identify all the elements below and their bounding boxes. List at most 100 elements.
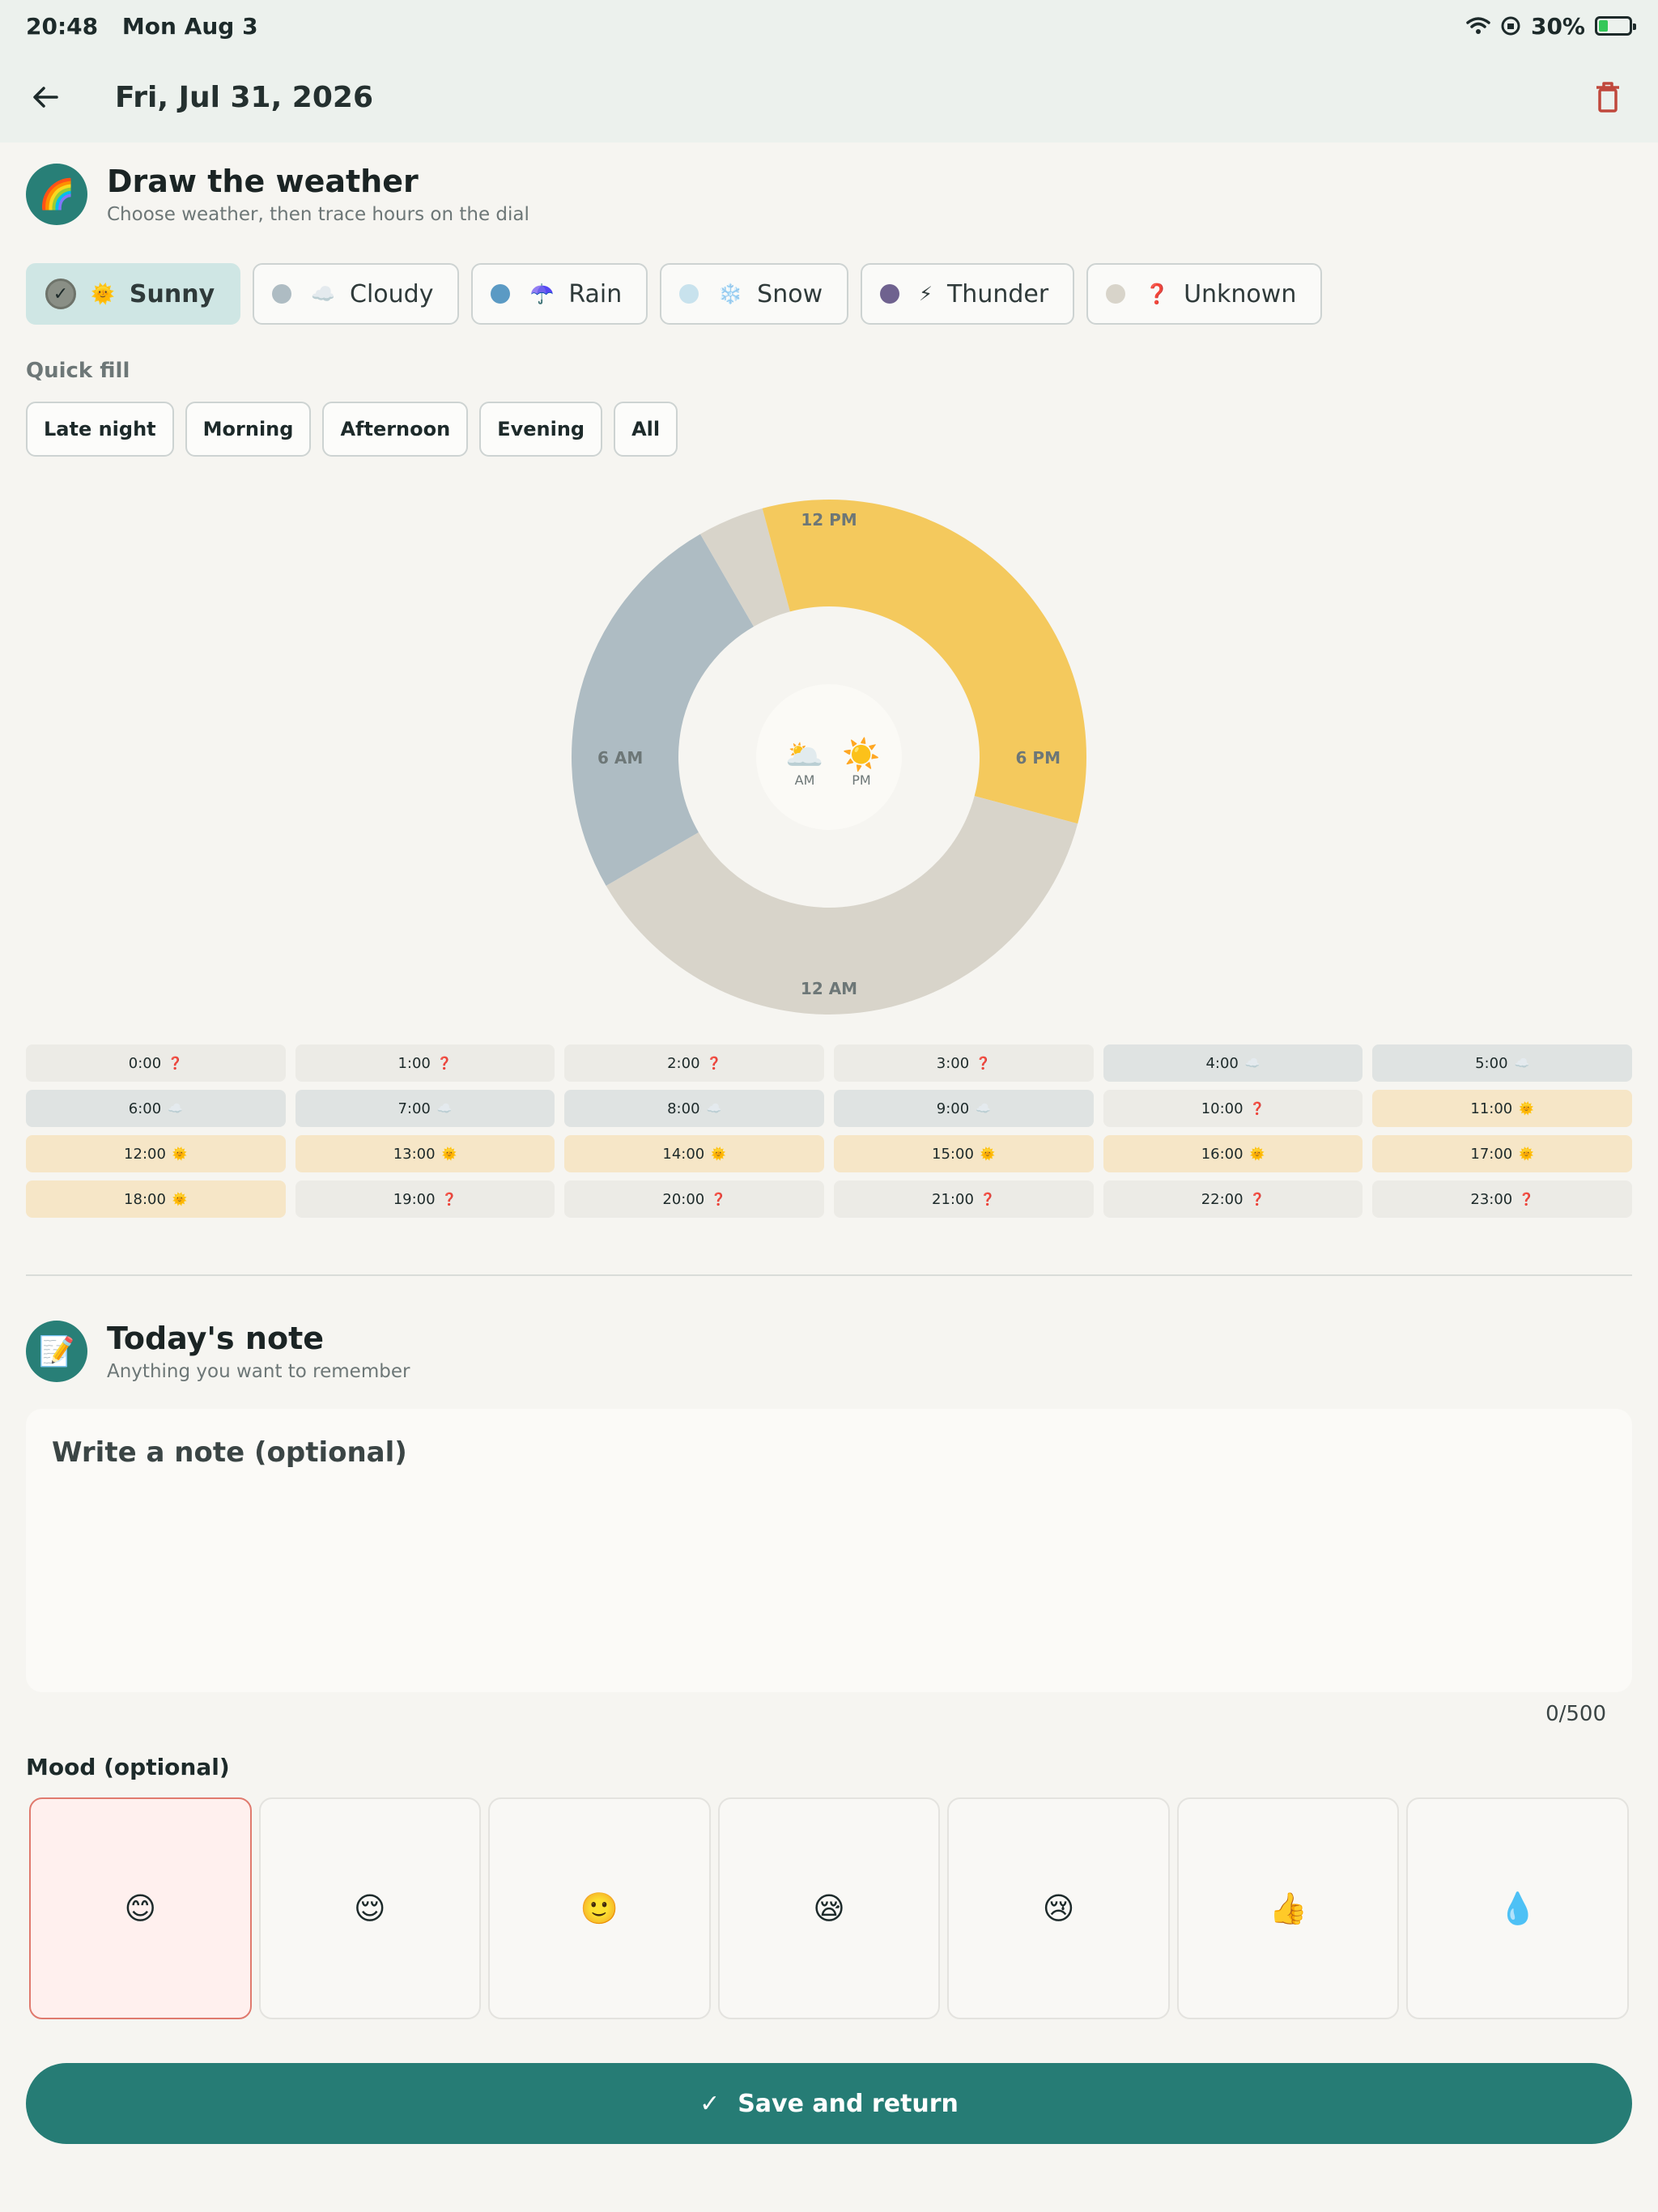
hour-cell[interactable]: 23:00 ❓ (1372, 1180, 1632, 1218)
unknown-icon: ❓ (436, 1056, 453, 1070)
hour-label: 3:00 (936, 1054, 970, 1072)
hour-cell[interactable]: 17:00 🌞 (1372, 1135, 1632, 1172)
weather-type-selector: ✓ 🌞 Sunny ☁️ Cloudy ☂️ Rain ❄️ Snow ⚡ Thunder ❓ Unkn… (26, 263, 1323, 325)
dial-label-6pm: 6 PM (1016, 748, 1061, 768)
sunny-icon: 🌞 (172, 1192, 188, 1206)
quick-fill-all-button[interactable]: All (614, 402, 678, 457)
unknown-icon: ❓ (706, 1056, 722, 1070)
quick-fill-evening-button[interactable]: Evening (479, 402, 603, 457)
quick-fill-late-night-button[interactable]: Late night (26, 402, 174, 457)
app-header: Fri, Jul 31, 2026 (0, 52, 1658, 143)
pm-label: PM (852, 772, 870, 788)
thunder-icon: ⚡ (919, 283, 933, 305)
sunny-icon: 🌞 (1519, 1146, 1534, 1161)
hour-cell[interactable]: 11:00 🌞 (1372, 1090, 1632, 1127)
hour-cell[interactable]: 10:00 ❓ (1103, 1090, 1363, 1127)
hour-cell[interactable]: 16:00 🌞 (1103, 1135, 1363, 1172)
back-button[interactable] (26, 78, 65, 117)
weather-dial-svg[interactable]: 🌥️ AM ☀️ PM 12 PM 6 PM 12 AM 6 AM (570, 498, 1088, 1016)
checkmark-icon: ✓ (699, 2089, 721, 2118)
hour-label: 12:00 (124, 1145, 166, 1163)
hour-cell[interactable]: 9:00 ☁️ (833, 1090, 1094, 1127)
battery-fill (1599, 20, 1609, 32)
status-bar: 20:48 Mon Aug 3 30% (0, 0, 1658, 52)
mood-option[interactable]: 😊 (29, 1797, 252, 2019)
sunny-icon: 🌞 (1519, 1101, 1534, 1116)
mood-option[interactable]: 😢 (947, 1797, 1170, 2019)
section-title: Draw the weather (107, 164, 419, 199)
weather-chip-cloudy[interactable]: ☁️ Cloudy (253, 263, 460, 325)
weather-chip-label: Sunny (129, 279, 215, 308)
mood-option[interactable]: 😪 (717, 1797, 941, 2019)
cloudy-icon: ☁️ (976, 1101, 991, 1116)
trash-icon (1596, 82, 1619, 113)
note-title: Today's note (107, 1321, 325, 1356)
hour-cell[interactable]: 20:00 ❓ (564, 1180, 824, 1218)
save-and-return-button[interactable]: ✓ Save and return (26, 2063, 1632, 2144)
hour-cell[interactable]: 7:00 ☁️ (295, 1090, 555, 1127)
unknown-icon: ❓ (1249, 1192, 1265, 1206)
weather-section-header: 🌈 Draw the weather Choose weather, then … (26, 164, 529, 225)
hour-cell[interactable]: 2:00 ❓ (564, 1044, 824, 1082)
weather-chip-rain[interactable]: ☂️ Rain (471, 263, 648, 325)
weather-chip-label: Rain (568, 279, 623, 308)
hour-cell[interactable]: 14:00 🌞 (564, 1135, 824, 1172)
hour-cell[interactable]: 1:00 ❓ (295, 1044, 555, 1082)
hour-cell[interactable]: 5:00 ☁️ (1372, 1044, 1632, 1082)
unknown-icon: ❓ (168, 1056, 183, 1070)
hour-cell[interactable]: 4:00 ☁️ (1103, 1044, 1363, 1082)
hour-label: 16:00 (1201, 1145, 1244, 1163)
hour-label: 17:00 (1470, 1145, 1513, 1163)
quick-fill-morning-button[interactable]: Morning (185, 402, 312, 457)
am-label: AM (795, 772, 815, 788)
quick-fill-afternoon-button[interactable]: Afternoon (322, 402, 469, 457)
hour-cell[interactable]: 8:00 ☁️ (564, 1090, 824, 1127)
snow-icon: ❄️ (718, 283, 743, 305)
hour-label: 6:00 (128, 1100, 162, 1117)
hour-cell[interactable]: 13:00 🌞 (295, 1135, 555, 1172)
cloudy-icon: ☁️ (311, 283, 336, 305)
cloudy-icon: ☁️ (1244, 1056, 1261, 1070)
unknown-icon: ❓ (1249, 1101, 1265, 1116)
orientation-lock-icon (1501, 16, 1520, 36)
weather-dial[interactable]: 🌥️ AM ☀️ PM 12 PM 6 PM 12 AM 6 AM (570, 498, 1088, 1016)
mood-label: Mood (optional) (26, 1754, 230, 1780)
hour-label: 1:00 (397, 1054, 431, 1072)
sunny-icon: 🌞 (980, 1146, 996, 1161)
pm-weather-icon: ☀️ (842, 736, 880, 773)
hour-label: 22:00 (1201, 1190, 1244, 1208)
hour-cell[interactable]: 6:00 ☁️ (26, 1090, 286, 1127)
sunny-icon: 🌞 (441, 1146, 457, 1161)
hour-cell[interactable]: 15:00 🌞 (833, 1135, 1094, 1172)
dial-segment-unknown[interactable] (829, 796, 1078, 1015)
mood-option[interactable]: 🙂 (488, 1797, 711, 2019)
weather-chip-thunder[interactable]: ⚡ Thunder (861, 263, 1075, 325)
section-subtitle: Choose weather, then trace hours on the … (107, 204, 529, 225)
hour-cell[interactable]: 3:00 ❓ (833, 1044, 1094, 1082)
weather-chip-unknown[interactable]: ❓ Unknown (1086, 263, 1323, 325)
weather-chip-sunny[interactable]: ✓ 🌞 Sunny (26, 263, 241, 325)
hour-cell[interactable]: 19:00 ❓ (295, 1180, 555, 1218)
hour-cell[interactable]: 21:00 ❓ (833, 1180, 1094, 1218)
delete-button[interactable] (1590, 79, 1626, 115)
hour-label: 4:00 (1205, 1054, 1239, 1072)
hour-label: 2:00 (667, 1054, 700, 1072)
hour-cell[interactable]: 18:00 🌞 (26, 1180, 286, 1218)
status-left: 20:48 Mon Aug 3 (26, 13, 274, 40)
status-time: 20:48 (26, 12, 99, 40)
sunny-icon: 🌞 (91, 283, 115, 305)
mood-option[interactable]: 😌 (258, 1797, 482, 2019)
hour-cell[interactable]: 22:00 ❓ (1103, 1180, 1363, 1218)
dial-label-12pm: 12 PM (801, 510, 857, 530)
dial-segment-cloudy[interactable] (572, 534, 754, 886)
mood-option[interactable]: 👍 (1176, 1797, 1400, 2019)
unknown-color-dot (1106, 284, 1126, 304)
cloudy-icon: ☁️ (436, 1101, 453, 1116)
status-right: 30% (1466, 13, 1636, 40)
hour-cell[interactable]: 0:00 ❓ (26, 1044, 286, 1082)
weather-chip-snow[interactable]: ❄️ Snow (660, 263, 849, 325)
hour-cell[interactable]: 12:00 🌞 (26, 1135, 286, 1172)
mood-option[interactable]: 💧 (1406, 1797, 1630, 2019)
note-input[interactable] (26, 1409, 1632, 1692)
unknown-icon: ❓ (1145, 283, 1170, 305)
